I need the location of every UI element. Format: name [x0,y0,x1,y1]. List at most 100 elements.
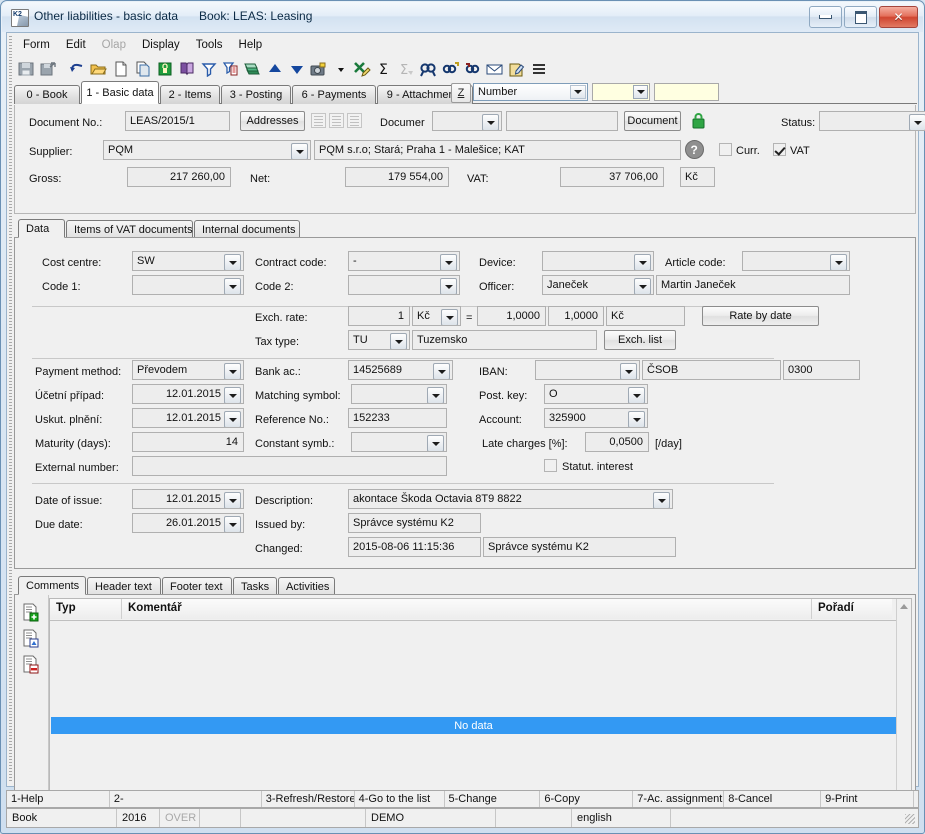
tab-items[interactable]: 2 - Items [160,85,220,104]
cost-centre-combo[interactable]: SW [132,251,244,271]
fkey-2[interactable]: 2- [110,791,262,807]
article-code-combo[interactable] [742,251,850,271]
menu-item-tools[interactable]: Tools [188,36,231,54]
maturity-input[interactable]: 14 [132,432,244,452]
exch-list-button[interactable]: Exch. list [604,330,676,350]
document-button[interactable]: Document [624,111,681,131]
filter-list-icon[interactable] [220,59,241,80]
align-center-button[interactable] [329,113,344,128]
search-value-input[interactable] [654,83,719,101]
book-icon[interactable] [176,59,197,80]
lock-icon[interactable] [154,59,175,80]
search-value-combo[interactable] [592,83,650,101]
edit-document-icon[interactable] [506,59,527,80]
rate1-input[interactable]: 1,0000 [477,306,546,326]
status-combo[interactable] [819,111,925,131]
export-excel-icon[interactable] [352,59,373,80]
rate-by-date-button[interactable]: Rate by date [702,306,819,326]
payment-method-combo[interactable]: Převodem [132,360,244,380]
document-code-combo[interactable] [432,111,502,131]
officer-combo[interactable]: Janeček [542,275,654,295]
due-date-date[interactable]: 26.01.2015 [132,513,244,533]
code1-combo[interactable] [132,275,244,295]
matching-symbol-combo[interactable] [351,384,447,404]
bottom-tab-tasks[interactable]: Tasks [233,577,277,595]
accounting-case-date[interactable]: 12.01.2015 [132,384,244,404]
tab-book[interactable]: 0 - Book [14,85,80,104]
fkey-4-go-to-the-list[interactable]: 4-Go to the list [355,791,445,807]
undo-icon[interactable] [66,59,87,80]
arrow-down-icon[interactable] [286,59,307,80]
arrow-up-icon[interactable] [264,59,285,80]
minimize-button[interactable] [809,6,842,28]
tab-payments[interactable]: 6 - Payments [292,85,376,104]
filter-icon[interactable] [198,59,219,80]
reference-no-input[interactable]: 152233 [348,408,447,428]
close-button[interactable]: ✕ [879,6,918,28]
tax-type-combo[interactable]: TU [348,330,410,350]
curr-checkbox[interactable] [719,143,732,156]
save-as-icon[interactable] [37,59,58,80]
align-right-button[interactable] [347,113,362,128]
late-charges-input[interactable]: 0,0500 [585,432,649,452]
menu-item-display[interactable]: Display [134,36,188,54]
copy-icon[interactable] [132,59,153,80]
statut-interest-checkbox[interactable] [544,459,557,472]
document-text-input[interactable] [506,111,618,131]
mail-icon[interactable] [484,59,505,80]
rate2-input[interactable]: 1,0000 [548,306,604,326]
exch-currency-combo[interactable]: Kč [412,306,461,326]
sum-icon[interactable]: Σ [374,59,395,80]
addresses-button[interactable]: Addresses [240,111,305,131]
iban-combo[interactable] [535,360,640,380]
grid-vertical-scrollbar[interactable] [896,599,911,807]
find-icon[interactable] [418,59,439,80]
constant-symb-combo[interactable] [351,432,447,452]
fkey-7-ac-assignment[interactable]: 7-Ac. assignment [633,791,724,807]
find-prev-icon[interactable] [462,59,483,80]
fkey-10-menu[interactable]: 10-Menu [914,791,918,807]
new-document-icon[interactable] [110,59,131,80]
edit-comment-icon[interactable] [23,629,40,648]
supplier-combo[interactable]: PQM [103,140,311,160]
delete-comment-icon[interactable] [23,655,40,674]
fkey-6-copy[interactable]: 6-Copy [540,791,633,807]
grid-column-poradi[interactable]: Pořadí [812,599,892,619]
menu-item-edit[interactable]: Edit [58,36,94,54]
fkey-5-change[interactable]: 5-Change [445,791,541,807]
maximize-button[interactable] [844,6,877,28]
grid-column-typ[interactable]: Typ [50,599,122,619]
open-folder-icon[interactable] [88,59,109,80]
search-mode-select[interactable]: Number [473,83,588,101]
taxable-supply-date[interactable]: 12.01.2015 [132,408,244,428]
resize-grip-icon[interactable] [905,814,915,824]
save-icon[interactable] [15,59,36,80]
external-number-input[interactable] [132,456,447,476]
inner-tab-items-of-vat-documents[interactable]: Items of VAT documents [66,220,193,238]
date-of-issue-date[interactable]: 12.01.2015 [132,489,244,509]
description-combo[interactable]: akontace Škoda Octavia 8T9 8822 [348,489,673,509]
inner-tab-internal-documents[interactable]: Internal documents [194,220,300,238]
grid-empty-row[interactable]: No data [51,717,896,734]
bank-ac-combo[interactable]: 14525689 [348,360,453,380]
search-z-button[interactable]: Z [451,83,471,103]
exch-rate-input[interactable]: 1 [348,306,410,326]
account-combo[interactable]: 325900 [544,408,648,428]
post-key-combo[interactable]: O [544,384,648,404]
vat-checkbox[interactable] [773,143,786,156]
tab-posting[interactable]: 3 - Posting [221,85,291,104]
fkey-9-print[interactable]: 9-Print [821,791,914,807]
contract-code-combo[interactable]: - [348,251,460,271]
find-next-icon[interactable] [440,59,461,80]
scroll-up-icon[interactable] [897,599,911,613]
bottom-tab-header-text[interactable]: Header text [87,577,161,595]
bottom-tab-activities[interactable]: Activities [278,577,335,595]
document-no-input[interactable]: LEAS/2015/1 [125,111,230,131]
inner-tab-data[interactable]: Data [18,219,65,238]
fkey-1-help[interactable]: 1-Help [7,791,110,807]
fkey-3-refresh[interactable]: 3-Refresh/Restore [262,791,355,807]
print-icon[interactable] [242,59,263,80]
menu-item-help[interactable]: Help [231,36,271,54]
menu-item-form[interactable]: Form [15,36,58,54]
question-mark-icon[interactable]: ? [685,140,704,162]
